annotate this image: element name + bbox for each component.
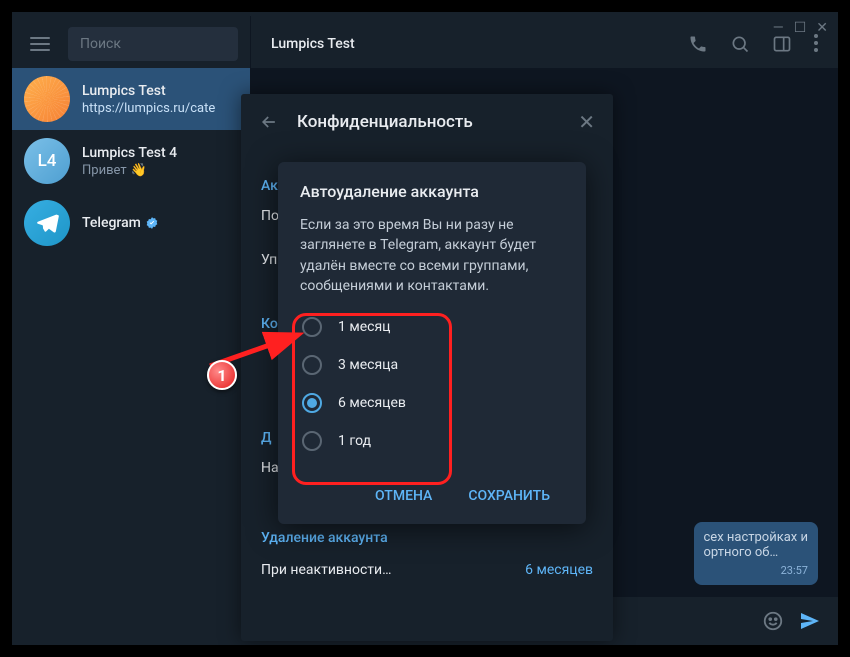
chat-list: Lumpics Test https://lumpics.ru/cate L4 … bbox=[12, 68, 250, 254]
sidebar-toggle-icon[interactable] bbox=[772, 34, 792, 54]
radio-option-3-months[interactable]: 3 месяца bbox=[300, 346, 564, 384]
send-icon[interactable] bbox=[798, 609, 822, 633]
setting-label: При неактивности… bbox=[261, 562, 391, 578]
radio-label: 3 месяца bbox=[338, 357, 398, 373]
maximize-icon[interactable]: ☐ bbox=[794, 20, 807, 36]
search-icon[interactable] bbox=[730, 34, 750, 54]
chat-header: Lumpics Test bbox=[250, 16, 838, 72]
radio-option-1-month[interactable]: 1 месяц bbox=[300, 308, 564, 346]
close-icon[interactable]: ✕ bbox=[578, 110, 595, 134]
call-icon[interactable] bbox=[688, 34, 708, 54]
menu-button[interactable] bbox=[12, 37, 68, 51]
avatar bbox=[24, 76, 70, 122]
message-time: 23:57 bbox=[704, 564, 809, 577]
chat-header-title[interactable]: Lumpics Test bbox=[271, 36, 355, 52]
chat-name: Telegram bbox=[82, 215, 159, 231]
inactivity-setting[interactable]: При неактивности… 6 месяцев bbox=[261, 552, 593, 588]
cancel-button[interactable]: ОТМЕНА bbox=[361, 478, 446, 514]
radio-label: 6 месяцев bbox=[338, 395, 406, 411]
radio-label: 1 месяц bbox=[338, 319, 390, 335]
header-actions bbox=[688, 34, 818, 54]
auto-delete-modal: Автоудаление аккаунта Если за это время … bbox=[278, 162, 586, 524]
search-input[interactable]: Поиск bbox=[68, 27, 238, 61]
more-icon[interactable] bbox=[814, 34, 818, 54]
avatar: L4 bbox=[24, 138, 70, 184]
chat-name: Lumpics Test bbox=[82, 83, 215, 99]
emoji-icon[interactable] bbox=[762, 610, 784, 632]
app-header: Поиск Lumpics Test bbox=[12, 12, 838, 68]
close-window-icon[interactable]: ✕ bbox=[816, 20, 828, 36]
chat-preview: Привет 👋 bbox=[82, 163, 177, 178]
radio-icon bbox=[302, 317, 322, 337]
telegram-icon bbox=[35, 211, 59, 235]
chat-item[interactable]: L4 Lumpics Test 4 Привет 👋 bbox=[12, 130, 250, 192]
search-placeholder: Поиск bbox=[80, 36, 121, 52]
setting-value: 6 месяцев bbox=[525, 562, 593, 578]
radio-icon bbox=[302, 393, 322, 413]
radio-icon bbox=[302, 355, 322, 375]
chat-preview: https://lumpics.ru/cate bbox=[82, 101, 215, 116]
radio-label: 1 год bbox=[338, 433, 371, 449]
chat-item[interactable]: Telegram bbox=[12, 192, 250, 254]
wave-emoji: 👋 bbox=[131, 163, 147, 178]
save-button[interactable]: СОХРАНИТЬ bbox=[454, 478, 564, 514]
chat-name: Lumpics Test 4 bbox=[82, 145, 177, 161]
panel-title: Конфиденциальность bbox=[297, 112, 560, 132]
avatar bbox=[24, 200, 70, 246]
minimize-icon[interactable]: — bbox=[773, 20, 784, 36]
radio-option-1-year[interactable]: 1 год bbox=[300, 422, 564, 460]
chat-item[interactable]: Lumpics Test https://lumpics.ru/cate bbox=[12, 68, 250, 130]
window-controls: — ☐ ✕ bbox=[773, 20, 828, 36]
annotation-callout: 1 bbox=[207, 360, 237, 390]
verified-icon bbox=[145, 216, 159, 230]
modal-title: Автоудаление аккаунта bbox=[300, 182, 564, 201]
message-bubble: сех настройках и ортного об… 23:57 bbox=[694, 522, 819, 585]
radio-group: 1 месяц 3 месяца 6 месяцев 1 год bbox=[300, 308, 564, 460]
radio-option-6-months[interactable]: 6 месяцев bbox=[300, 384, 564, 422]
back-icon[interactable] bbox=[259, 112, 279, 132]
delete-account-section: Удаление аккаунта bbox=[261, 530, 593, 546]
radio-icon bbox=[302, 431, 322, 451]
hamburger-icon bbox=[30, 37, 50, 51]
modal-description: Если за это время Вы ни разу не заглянет… bbox=[300, 215, 564, 296]
